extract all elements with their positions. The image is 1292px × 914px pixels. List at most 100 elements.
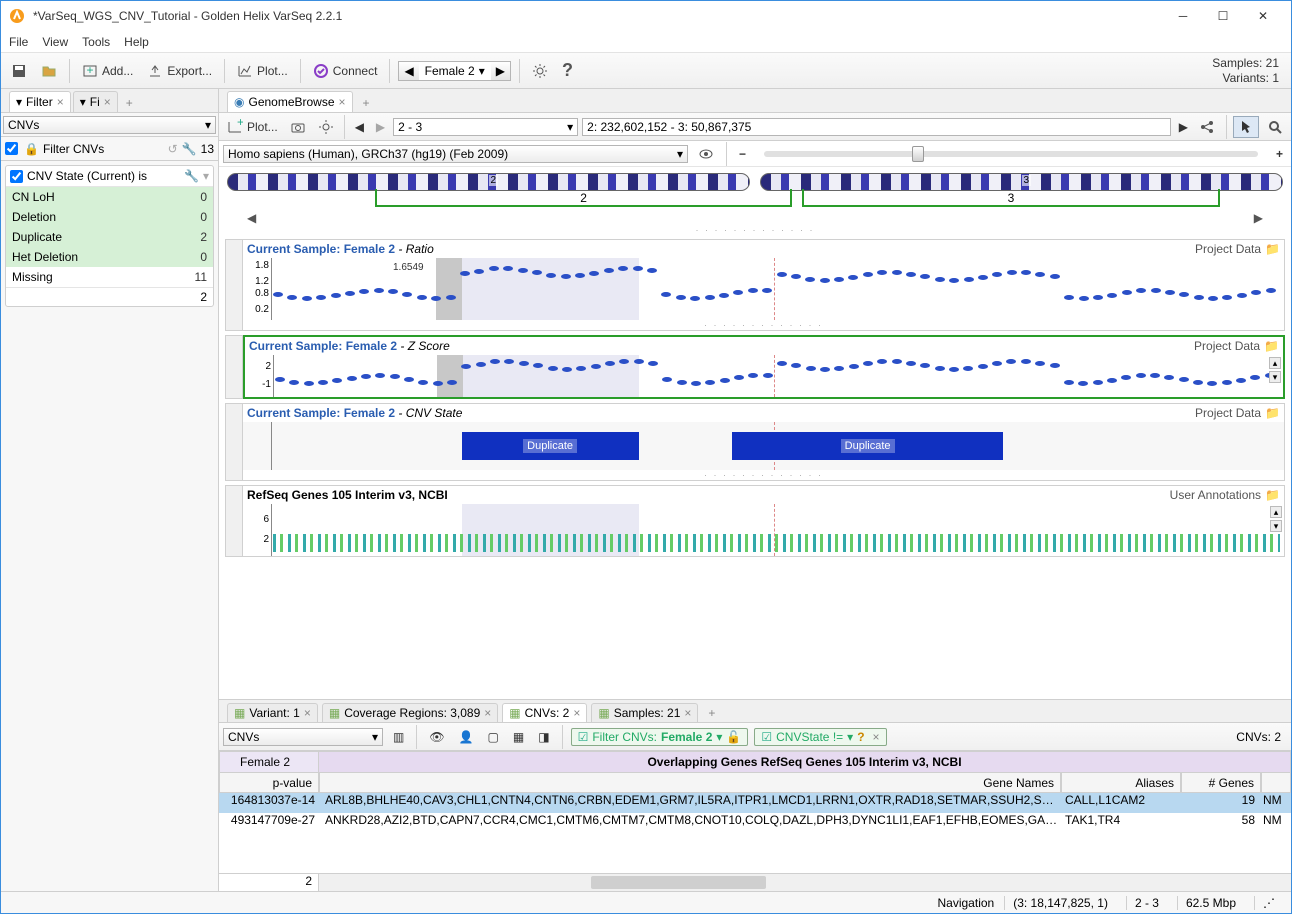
scroll-right-button[interactable]: ▶ bbox=[1254, 211, 1263, 225]
genome-dropdown[interactable]: Homo sapiens (Human), GRCh37 (hg19) (Feb… bbox=[223, 145, 688, 163]
tab-cnvs[interactable]: ▦CNVs: 2× bbox=[502, 703, 587, 722]
split-icon[interactable]: ◨ bbox=[534, 728, 553, 746]
close-icon[interactable]: × bbox=[57, 95, 64, 109]
close-icon[interactable]: × bbox=[684, 706, 691, 720]
filter-row[interactable]: Missing11 bbox=[6, 267, 213, 287]
scroll-up-button[interactable]: ▴ bbox=[1270, 506, 1282, 518]
col-pvalue[interactable]: p-value bbox=[219, 773, 319, 793]
zoom-out-button[interactable]: − bbox=[735, 145, 750, 163]
next-sample-button[interactable]: ▶ bbox=[491, 62, 510, 80]
eye-icon[interactable] bbox=[694, 144, 718, 164]
filter-row[interactable]: Duplicate2 bbox=[6, 227, 213, 247]
wrench-icon[interactable]: 🔧 bbox=[182, 142, 197, 156]
sample-header[interactable]: Female 2 bbox=[219, 751, 319, 773]
filter-row[interactable]: Het Deletion0 bbox=[6, 247, 213, 267]
scroll-down-button[interactable]: ▾ bbox=[1269, 371, 1281, 383]
add-button[interactable]: +Add... bbox=[78, 61, 137, 81]
menu-help[interactable]: Help bbox=[124, 35, 149, 49]
search-icon[interactable] bbox=[1263, 117, 1287, 137]
tab-samples[interactable]: ▦Samples: 21× bbox=[591, 703, 698, 722]
filter-row[interactable]: CN LoH0 bbox=[6, 187, 213, 207]
menu-view[interactable]: View bbox=[42, 35, 68, 49]
folder-icon[interactable]: 📁 bbox=[1265, 406, 1280, 420]
share-icon[interactable] bbox=[1196, 117, 1220, 137]
gb-plot-button[interactable]: +Plot... bbox=[223, 117, 282, 137]
hscrollbar[interactable] bbox=[319, 874, 1291, 891]
close-icon[interactable]: × bbox=[104, 95, 111, 109]
folder-icon[interactable]: 📁 bbox=[1265, 488, 1280, 502]
add-tab-button[interactable]: + bbox=[702, 704, 721, 722]
resize-handle[interactable]: · · · · · · · · · · · · · bbox=[243, 320, 1284, 330]
undo-icon[interactable]: ↺ bbox=[168, 142, 178, 156]
zoom-in-button[interactable]: + bbox=[1272, 145, 1287, 163]
tab-variant[interactable]: ▦Variant: 1× bbox=[227, 703, 318, 722]
col-ngenes[interactable]: # Genes bbox=[1181, 773, 1261, 793]
camera-icon[interactable] bbox=[286, 117, 310, 137]
lock-icon[interactable]: 🔒 bbox=[24, 142, 39, 156]
eye-icon[interactable]: 👁 bbox=[425, 728, 448, 746]
filter-mode-dropdown[interactable]: CNVs▾ bbox=[3, 116, 216, 134]
filter-enable-checkbox[interactable] bbox=[5, 142, 18, 155]
resize-handle[interactable]: · · · · · · · · · · · · · bbox=[243, 470, 1284, 480]
go-button[interactable]: ▶ bbox=[1175, 118, 1192, 136]
scroll-up-button[interactable]: ▴ bbox=[1269, 357, 1281, 369]
group-header[interactable]: Overlapping Genes RefSeq Genes 105 Inter… bbox=[319, 751, 1291, 773]
nav-fwd-button[interactable]: ▶ bbox=[372, 118, 389, 136]
save-icon[interactable] bbox=[7, 61, 31, 81]
table-row[interactable]: 164813037e-14ARL8B,BHLHE40,CAV3,CHL1,CNT… bbox=[219, 793, 1291, 813]
pointer-icon[interactable] bbox=[1233, 116, 1259, 138]
close-button[interactable]: ✕ bbox=[1243, 1, 1283, 31]
menu-tools[interactable]: Tools bbox=[82, 35, 110, 49]
table-row[interactable]: 493147709e-27ANKRD28,AZI2,BTD,CAPN7,CCR4… bbox=[219, 813, 1291, 833]
region-input[interactable] bbox=[582, 118, 1171, 136]
rect-icon[interactable]: ▢ bbox=[484, 728, 503, 746]
add-tab-button[interactable]: + bbox=[357, 94, 376, 112]
plot-button[interactable]: Plot... bbox=[233, 61, 292, 81]
person-icon[interactable]: 👤 bbox=[455, 728, 478, 746]
filter-chip[interactable]: ☑CNVState != ▾?× bbox=[754, 728, 886, 746]
close-icon[interactable]: × bbox=[873, 730, 880, 744]
group-checkbox[interactable] bbox=[10, 170, 23, 183]
open-icon[interactable] bbox=[37, 61, 61, 81]
tab-fi[interactable]: ▾Fi× bbox=[73, 91, 118, 112]
tab-coverage[interactable]: ▦Coverage Regions: 3,089× bbox=[322, 703, 498, 722]
region-dropdown[interactable]: 2 - 3▾ bbox=[393, 118, 578, 136]
tab-genomebrowse[interactable]: ◉GenomeBrowse× bbox=[227, 91, 353, 112]
col-aliases[interactable]: Aliases bbox=[1061, 773, 1181, 793]
close-icon[interactable]: × bbox=[304, 706, 311, 720]
filter-chip[interactable]: ☑Filter CNVs: Female 2▾🔓 bbox=[571, 728, 749, 746]
folder-icon[interactable]: 📁 bbox=[1264, 339, 1279, 353]
menu-file[interactable]: File bbox=[9, 35, 28, 49]
col-genes[interactable]: Gene Names bbox=[319, 773, 1061, 793]
gene-density[interactable] bbox=[273, 534, 1280, 552]
resize-grip-icon[interactable]: ⋰ bbox=[1254, 896, 1283, 910]
resize-handle[interactable]: · · · · · · · · · · · · · bbox=[227, 225, 1283, 235]
grid-add-icon[interactable]: ▦ bbox=[509, 728, 528, 746]
export-button[interactable]: Export... bbox=[143, 61, 216, 81]
folder-icon[interactable]: 📁 bbox=[1265, 242, 1280, 256]
gear-icon[interactable] bbox=[528, 61, 552, 81]
connect-button[interactable]: Connect bbox=[309, 61, 382, 81]
scroll-down-button[interactable]: ▾ bbox=[1270, 520, 1282, 532]
cnv-call[interactable]: Duplicate bbox=[732, 432, 1003, 460]
help-icon[interactable]: ? bbox=[558, 58, 577, 83]
close-icon[interactable]: × bbox=[484, 706, 491, 720]
chevron-down-icon[interactable]: ▾ bbox=[203, 169, 209, 183]
sample-selector[interactable]: ◀ Female 2▾ ▶ bbox=[398, 61, 511, 81]
add-tab-button[interactable]: + bbox=[120, 94, 139, 112]
maximize-button[interactable]: ☐ bbox=[1203, 1, 1243, 31]
prev-sample-button[interactable]: ◀ bbox=[399, 62, 418, 80]
close-icon[interactable]: × bbox=[339, 95, 346, 109]
tab-filter[interactable]: ▾Filter× bbox=[9, 91, 71, 112]
nav-back-button[interactable]: ◀ bbox=[351, 118, 368, 136]
table-mode-dropdown[interactable]: CNVs▾ bbox=[223, 728, 383, 746]
columns-icon[interactable]: ▥ bbox=[389, 728, 408, 746]
minimize-button[interactable]: ─ bbox=[1163, 1, 1203, 31]
close-icon[interactable]: × bbox=[573, 706, 580, 720]
gear-icon[interactable] bbox=[314, 117, 338, 137]
scroll-left-button[interactable]: ◀ bbox=[247, 211, 256, 225]
cnv-call[interactable]: Duplicate bbox=[462, 432, 639, 460]
filter-row[interactable]: Deletion0 bbox=[6, 207, 213, 227]
wrench-icon[interactable]: 🔧 bbox=[184, 169, 199, 183]
zoom-slider[interactable] bbox=[764, 151, 1258, 157]
